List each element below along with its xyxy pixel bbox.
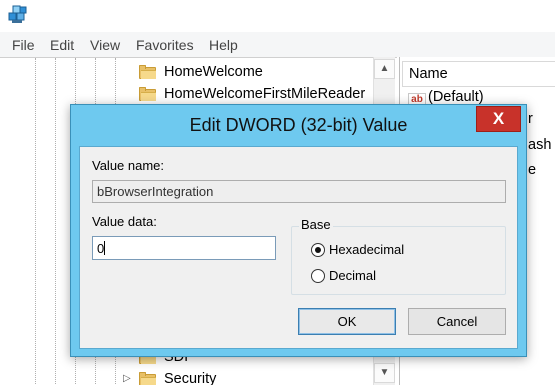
- tree-guide-line: [55, 58, 56, 385]
- list-item-partial[interactable]: e: [528, 162, 536, 178]
- value-data-text: 0: [97, 241, 105, 256]
- hexadecimal-label: Hexadecimal: [329, 242, 405, 257]
- value-name-label: Value name:: [92, 158, 165, 173]
- decimal-option[interactable]: Decimal: [311, 268, 376, 283]
- tree-guide-line: [35, 58, 36, 385]
- base-group-box: [291, 226, 506, 295]
- main-title-bar: [0, 0, 555, 32]
- column-header-name[interactable]: Name: [402, 61, 555, 87]
- menu-view[interactable]: View: [90, 37, 120, 53]
- menu-bar: File Edit View Favorites Help: [0, 32, 555, 57]
- list-item-label: (Default): [428, 89, 484, 105]
- base-group-label: Base: [299, 217, 333, 232]
- value-name-field: bBrowserIntegration: [92, 180, 506, 203]
- scroll-down-arrow-icon[interactable]: ▼: [374, 363, 395, 383]
- radio-selected-icon[interactable]: [311, 242, 325, 257]
- edit-dword-dialog: Edit DWORD (32-bit) Value X Value name: …: [70, 104, 527, 357]
- menu-help[interactable]: Help: [209, 37, 238, 53]
- value-data-input[interactable]: 0: [92, 236, 276, 260]
- tree-item[interactable]: HomeWelcomeFirstMileReader: [139, 82, 365, 106]
- tree-item[interactable]: HomeWelcome: [139, 60, 263, 84]
- tree-item[interactable]: Security: [139, 367, 216, 385]
- close-button[interactable]: X: [476, 106, 521, 132]
- tree-item-label: HomeWelcomeFirstMileReader: [164, 86, 366, 102]
- list-item-partial[interactable]: ash: [528, 137, 551, 153]
- decimal-label: Decimal: [329, 268, 376, 283]
- hexadecimal-option[interactable]: Hexadecimal: [311, 242, 404, 257]
- folder-icon: [139, 65, 156, 79]
- registry-editor-icon: [8, 5, 27, 23]
- folder-icon: [139, 87, 156, 101]
- tree-item-label: HomeWelcome: [164, 64, 263, 80]
- dialog-title: Edit DWORD (32-bit) Value: [189, 115, 408, 135]
- list-item-partial[interactable]: r: [528, 111, 533, 127]
- tree-item-label: Security: [164, 371, 217, 385]
- expand-arrow-icon[interactable]: ▷: [123, 373, 131, 384]
- cancel-button[interactable]: Cancel: [408, 308, 506, 335]
- radio-unselected-icon[interactable]: [311, 268, 325, 283]
- menu-edit[interactable]: Edit: [50, 37, 74, 53]
- scroll-up-arrow-icon[interactable]: ▲: [374, 59, 395, 79]
- ok-button[interactable]: OK: [298, 308, 396, 335]
- menu-file[interactable]: File: [12, 37, 35, 53]
- folder-icon: [139, 372, 156, 385]
- value-data-label: Value data:: [92, 214, 157, 229]
- menu-favorites[interactable]: Favorites: [136, 37, 194, 53]
- dialog-body: Value name: bBrowserIntegration Value da…: [79, 146, 518, 349]
- text-caret: [104, 241, 106, 255]
